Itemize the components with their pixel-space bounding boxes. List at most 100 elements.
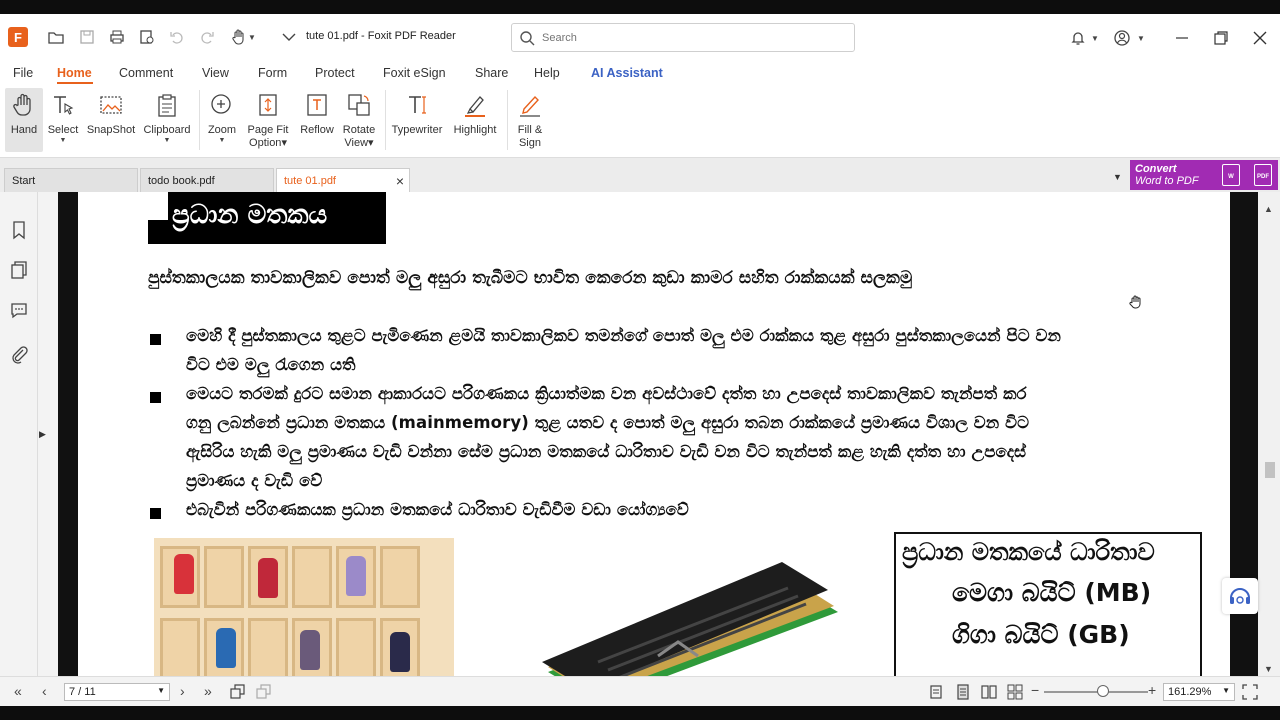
scroll-up-arrow-icon[interactable]: ▲ <box>1264 204 1273 214</box>
insert-page-icon[interactable] <box>256 684 272 700</box>
menu-share[interactable]: Share <box>475 66 508 80</box>
menu-ai-assistant[interactable]: AI Assistant <box>591 66 663 80</box>
bullet-1-line-1: මෙහි දී පුස්තකාලය තුළට පැමිණෙන ළමයි තාවක… <box>186 326 1061 345</box>
facing-view-icon[interactable] <box>981 684 997 700</box>
undo-icon[interactable] <box>166 26 188 48</box>
menu-foxit-esign[interactable]: Foxit eSign <box>383 66 446 80</box>
shelf-cubby <box>380 546 420 608</box>
shelf-cubby <box>336 618 376 676</box>
window-title: tute 01.pdf - Foxit PDF Reader <box>306 30 456 42</box>
tab-label: todo book.pdf <box>148 175 215 187</box>
expand-panel-arrow-icon[interactable]: ▶ <box>39 429 46 440</box>
fullscreen-icon[interactable] <box>1242 684 1258 700</box>
select-label: Select <box>47 124 79 136</box>
scrollbar-thumb[interactable] <box>1265 462 1275 478</box>
page-fit-icon <box>259 94 277 116</box>
search-box[interactable] <box>511 23 855 52</box>
menu-file[interactable]: File <box>13 66 33 80</box>
vertical-scrollbar[interactable]: ▲ ▼ <box>1258 192 1280 676</box>
next-page-icon[interactable]: › <box>180 683 185 699</box>
clipboard-button[interactable]: Clipboard ▼ <box>140 88 194 152</box>
snapshot-button[interactable]: SnapShot <box>86 88 136 152</box>
pages-icon[interactable] <box>9 260 29 280</box>
search-input[interactable] <box>542 30 842 46</box>
chevron-down-icon[interactable]: ▼ <box>1088 26 1102 50</box>
scroll-down-arrow-icon[interactable]: ▼ <box>1264 664 1273 674</box>
previous-page-icon[interactable]: ‹ <box>42 683 47 699</box>
page-number-input[interactable]: 7 / 11 ▼ <box>64 683 170 701</box>
print-icon[interactable] <box>106 26 128 48</box>
typewriter-label: Typewriter <box>391 124 443 136</box>
attachment-icon[interactable] <box>9 344 29 364</box>
last-page-icon[interactable]: » <box>204 683 212 699</box>
page-heading: ප්‍රධාන මතකය <box>172 200 328 230</box>
continuous-view-icon[interactable] <box>955 684 971 700</box>
hand-cursor-icon <box>1129 295 1141 309</box>
hand-button[interactable]: Hand <box>5 88 43 152</box>
ai-assistant-float-button[interactable] <box>1222 578 1258 614</box>
continuous-facing-view-icon[interactable] <box>1007 684 1023 700</box>
zoom-out-icon[interactable]: − <box>1031 682 1039 698</box>
zoom-button[interactable]: Zoom ▼ <box>205 88 239 152</box>
chevron-down-icon[interactable]: ▼ <box>1134 26 1148 50</box>
comments-icon[interactable] <box>9 300 29 320</box>
intro-text: පුස්තකාලයක තාවකාලිකව පොත් මලු අසුරා තැබී… <box>148 268 913 288</box>
single-page-view-icon[interactable] <box>928 684 944 700</box>
extract-page-icon[interactable] <box>230 684 246 700</box>
zoom-level-value: 161.29% <box>1168 686 1212 698</box>
reflow-button[interactable]: Reflow <box>298 88 336 152</box>
minimize-icon[interactable] <box>1170 26 1194 50</box>
fill-sign-button[interactable]: Fill & Sign <box>512 88 548 152</box>
rotate-view-label: Rotate View▾ <box>342 124 376 149</box>
restore-icon[interactable] <box>1209 26 1233 50</box>
menu-form[interactable]: Form <box>258 66 287 80</box>
bell-icon[interactable] <box>1066 26 1090 50</box>
close-icon[interactable] <box>1248 26 1272 50</box>
convert-word-to-pdf-ad[interactable]: Convert Word to PDF W PDF <box>1130 160 1278 190</box>
menu-protect[interactable]: Protect <box>315 66 355 80</box>
account-icon[interactable] <box>1110 26 1134 50</box>
page-fit-option-button[interactable]: Page Fit Option▾ <box>246 88 290 152</box>
first-page-icon[interactable]: « <box>14 683 22 699</box>
zoom-in-icon[interactable]: + <box>1148 682 1156 698</box>
zoom-label: Zoom <box>207 124 237 136</box>
highlight-button[interactable]: Highlight <box>450 88 500 152</box>
ribbon-separator <box>385 90 386 150</box>
tab-start[interactable]: Start <box>4 168 138 192</box>
print-preview-icon[interactable] <box>136 26 158 48</box>
menu-view[interactable]: View <box>202 66 229 80</box>
menu-comment[interactable]: Comment <box>119 66 173 80</box>
typewriter-icon <box>409 96 426 114</box>
bookmark-icon[interactable] <box>9 220 29 240</box>
clipboard-icon <box>158 94 176 117</box>
redo-icon[interactable] <box>196 26 218 48</box>
chevron-down-icon: ▼ <box>1222 686 1230 695</box>
tab-tute-01[interactable]: tute 01.pdf × <box>276 168 410 192</box>
search-icon <box>520 31 535 46</box>
zoom-slider-knob[interactable] <box>1097 685 1109 697</box>
snapshot-icon <box>100 96 122 114</box>
tab-todo-book[interactable]: todo book.pdf <box>140 168 274 192</box>
rotate-view-button[interactable]: Rotate View▾ <box>340 88 378 152</box>
save-icon[interactable] <box>76 26 98 48</box>
backpack-shape <box>258 558 278 598</box>
zoom-level-input[interactable]: 161.29% ▼ <box>1163 683 1235 701</box>
rotate-view-icon <box>348 94 370 116</box>
menu-help[interactable]: Help <box>534 66 560 80</box>
tab-label: Start <box>12 175 36 187</box>
open-folder-icon[interactable] <box>45 26 67 48</box>
select-button[interactable]: Select ▼ <box>45 88 81 152</box>
tab-list-chevron-icon[interactable]: ▼ <box>1113 172 1122 182</box>
ai-headset-icon <box>1230 588 1250 604</box>
hand-label: Hand <box>10 124 38 136</box>
close-tab-icon[interactable]: × <box>396 173 404 189</box>
customize-chevron-icon[interactable] <box>278 26 300 48</box>
bullet-marker <box>150 334 161 345</box>
menu-home[interactable]: Home <box>57 66 92 80</box>
chevron-down-icon[interactable]: ▼ <box>246 26 258 48</box>
typewriter-button[interactable]: Typewriter <box>391 88 443 152</box>
zoom-slider-track[interactable] <box>1044 691 1148 693</box>
reflow-label: Reflow <box>300 124 334 136</box>
page-fit-label: Page Fit Option▾ <box>247 124 289 149</box>
ad-line-1: Convert <box>1135 163 1177 175</box>
